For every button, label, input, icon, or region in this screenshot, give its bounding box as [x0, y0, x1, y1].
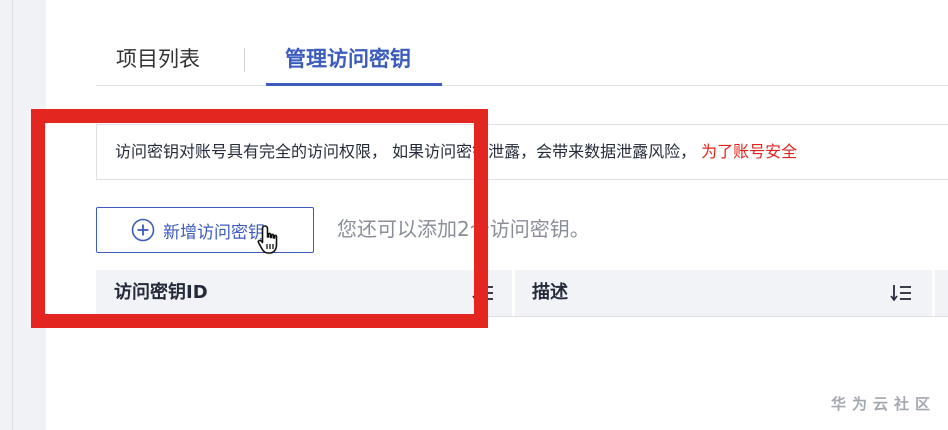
tab-bar: 项目列表 管理访问密钥	[96, 30, 948, 86]
column-header-description: 描述	[532, 282, 568, 303]
plus-circle-icon	[131, 218, 155, 242]
sort-icon[interactable]	[472, 283, 494, 303]
hand-pointer-cursor-icon	[257, 225, 278, 254]
remaining-keys-hint: 您还可以添加2个访问密钥。	[337, 217, 590, 241]
left-sidebar-strip	[0, 0, 46, 430]
column-divider	[512, 270, 515, 316]
tab-project-list[interactable]: 项目列表	[116, 42, 200, 76]
notice-warning: 为了账号安全	[696, 142, 798, 161]
sort-icon[interactable]	[890, 283, 912, 303]
security-notice: 访问密钥对账号具有完全的访问权限， 如果访问密钥泄露，会带来数据泄露风险， 为了…	[96, 124, 948, 180]
notice-text: 访问密钥对账号具有完全的访问权限， 如果访问密钥泄露，会带来数据泄露风险，	[115, 142, 697, 161]
column-header-access-key-id: 访问密钥ID	[114, 282, 208, 303]
tab-bar-divider	[96, 85, 948, 86]
tab-manage-access-keys[interactable]: 管理访问密钥	[285, 42, 411, 76]
add-access-key-label: 新增访问密钥	[163, 222, 265, 243]
watermark: 华为云社区	[830, 395, 936, 413]
tab-separator	[244, 48, 245, 72]
active-tab-indicator	[266, 83, 442, 86]
table-header: 访问密钥ID 描述	[96, 270, 948, 317]
column-divider	[932, 270, 935, 316]
